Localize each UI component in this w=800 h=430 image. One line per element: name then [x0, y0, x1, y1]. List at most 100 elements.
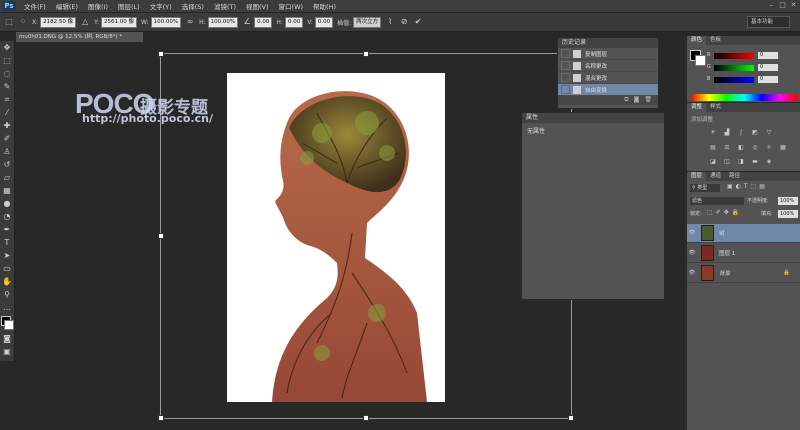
document-tab[interactable]: mu0h01.DNG @ 12.5% (树, RGB/8*) *: [16, 32, 143, 42]
x-field[interactable]: 2182.50 像: [40, 16, 77, 28]
quick-select-tool-icon[interactable]: ✎: [0, 80, 14, 93]
green-value[interactable]: 0: [758, 64, 778, 71]
layer-name[interactable]: 树: [719, 229, 725, 237]
tab-styles[interactable]: 样式: [706, 103, 725, 112]
move-tool-icon[interactable]: ✥: [0, 41, 14, 54]
menu-help[interactable]: 帮助(H): [308, 1, 341, 11]
lasso-tool-icon[interactable]: ◌: [0, 67, 14, 80]
tab-swatches[interactable]: 色板: [706, 36, 725, 45]
checkbox-icon[interactable]: [561, 85, 570, 94]
history-item[interactable]: 名称更改: [558, 60, 658, 72]
invert-icon[interactable]: ◪: [709, 158, 717, 165]
eye-icon[interactable]: 👁: [687, 230, 697, 236]
zoom-tool-icon[interactable]: ⚲: [0, 288, 14, 301]
menu-select[interactable]: 选择(S): [177, 1, 209, 11]
transform-handle[interactable]: [568, 415, 574, 421]
red-value[interactable]: 0: [758, 52, 778, 59]
threshold-icon[interactable]: ◨: [737, 158, 745, 165]
red-slider[interactable]: [714, 53, 754, 59]
hue-saturation-icon[interactable]: ▤: [709, 144, 717, 151]
history-brush-icon[interactable]: ↺: [0, 158, 14, 171]
layer-filter-select[interactable]: ⚲ 类型: [689, 183, 721, 193]
y-field[interactable]: 2561.00 像: [101, 16, 138, 28]
levels-icon[interactable]: ▟: [723, 129, 731, 136]
layer-row[interactable]: 👁 图层 1: [687, 244, 800, 263]
menu-filter[interactable]: 滤镜(T): [209, 1, 241, 11]
menu-view[interactable]: 视图(V): [241, 1, 274, 11]
history-item[interactable]: 混合更改: [558, 72, 658, 84]
brightness-icon[interactable]: ☀: [709, 129, 717, 136]
layer-row[interactable]: 👁 背景 🔒: [687, 264, 800, 283]
hskew-field[interactable]: 0.00: [284, 16, 304, 28]
hand-tool-icon[interactable]: ✋: [0, 275, 14, 288]
path-select-icon[interactable]: ➤: [0, 249, 14, 262]
history-item-selected[interactable]: 自由变换: [558, 84, 658, 96]
height-field[interactable]: 100.00%: [207, 16, 239, 28]
workspace-select[interactable]: 基本功能: [747, 16, 790, 28]
menu-file[interactable]: 文件(F): [19, 1, 51, 11]
black-white-icon[interactable]: ◧: [737, 144, 745, 151]
shape-tool-icon[interactable]: ▭: [0, 262, 14, 275]
eraser-tool-icon[interactable]: ▱: [0, 171, 14, 184]
warp-icon[interactable]: ⌇: [385, 17, 395, 27]
history-item[interactable]: 复制图层: [558, 48, 658, 60]
photo-filter-icon[interactable]: ◎: [751, 144, 759, 151]
link-icon[interactable]: ∞: [185, 17, 195, 27]
dodge-tool-icon[interactable]: ◔: [0, 210, 14, 223]
reference-point-icon[interactable]: ⁘: [18, 17, 28, 27]
green-slider[interactable]: [714, 65, 754, 71]
marquee-tool-icon[interactable]: ⬚: [0, 54, 14, 67]
new-document-icon[interactable]: ⧉: [624, 96, 628, 105]
delta-icon[interactable]: △: [80, 17, 90, 27]
curves-icon[interactable]: ∫: [737, 129, 745, 136]
eye-icon[interactable]: 👁: [687, 270, 697, 276]
crop-tool-icon[interactable]: ⌗: [0, 93, 14, 106]
vibrance-icon[interactable]: ▽: [765, 129, 773, 136]
blend-mode-select[interactable]: 滤色: [689, 196, 745, 206]
tab-channels[interactable]: 通道: [706, 172, 725, 181]
screen-mode-icon[interactable]: ▣: [0, 345, 14, 358]
blur-tool-icon[interactable]: ●: [0, 197, 14, 210]
color-balance-icon[interactable]: ⚖: [723, 144, 731, 151]
blue-slider[interactable]: [714, 77, 754, 83]
properties-panel-title[interactable]: 属性: [522, 113, 664, 123]
interpolation-select[interactable]: 两次立方: [353, 16, 382, 28]
transform-handle[interactable]: [158, 415, 164, 421]
trash-icon[interactable]: 🗑: [644, 96, 652, 105]
transform-handle[interactable]: [158, 233, 164, 239]
eye-icon[interactable]: 👁: [687, 250, 697, 256]
selective-color-icon[interactable]: ◈: [765, 158, 773, 165]
lock-icons[interactable]: ⬚✐✥🔒: [707, 209, 742, 216]
channel-mixer-icon[interactable]: ⚛: [765, 144, 773, 151]
commit-icon[interactable]: ✔: [413, 17, 423, 27]
healing-tool-icon[interactable]: ✚: [0, 119, 14, 132]
transform-bounding-box[interactable]: [158, 51, 574, 421]
angle-field[interactable]: 0.00: [254, 16, 273, 28]
stamp-tool-icon[interactable]: ♙: [0, 145, 14, 158]
menu-layer[interactable]: 图层(L): [113, 1, 145, 11]
checkbox-icon[interactable]: [561, 73, 570, 82]
transform-handle[interactable]: [363, 51, 369, 57]
tab-color[interactable]: 颜色: [687, 36, 707, 45]
transform-tool-icon[interactable]: ⬚: [4, 17, 14, 27]
tab-adjustments[interactable]: 调整: [687, 103, 707, 112]
blue-value[interactable]: 0: [758, 76, 778, 83]
layer-row[interactable]: 👁 树: [687, 224, 800, 243]
tab-layers[interactable]: 图层: [687, 172, 707, 181]
quick-mask-icon[interactable]: ◙: [0, 332, 14, 345]
menu-window[interactable]: 窗口(W): [274, 1, 309, 11]
layer-filter-icons[interactable]: ▣◐T⬚▤: [727, 183, 768, 190]
posterize-icon[interactable]: ◫: [723, 158, 731, 165]
menu-image[interactable]: 图像(I): [83, 1, 113, 11]
cancel-icon[interactable]: ⊘: [399, 17, 409, 27]
fill-field[interactable]: 100%: [777, 209, 799, 219]
camera-icon[interactable]: ◙: [634, 96, 640, 105]
checkbox-icon[interactable]: [561, 49, 570, 58]
more-tools-icon[interactable]: …: [0, 301, 14, 314]
color-spectrum[interactable]: [691, 94, 797, 101]
eyedropper-tool-icon[interactable]: ⁄: [0, 106, 14, 119]
brush-tool-icon[interactable]: ✐: [0, 132, 14, 145]
type-tool-icon[interactable]: T: [0, 236, 14, 249]
close-icon[interactable]: ✕: [789, 1, 798, 10]
layer-name[interactable]: 背景: [719, 269, 730, 277]
